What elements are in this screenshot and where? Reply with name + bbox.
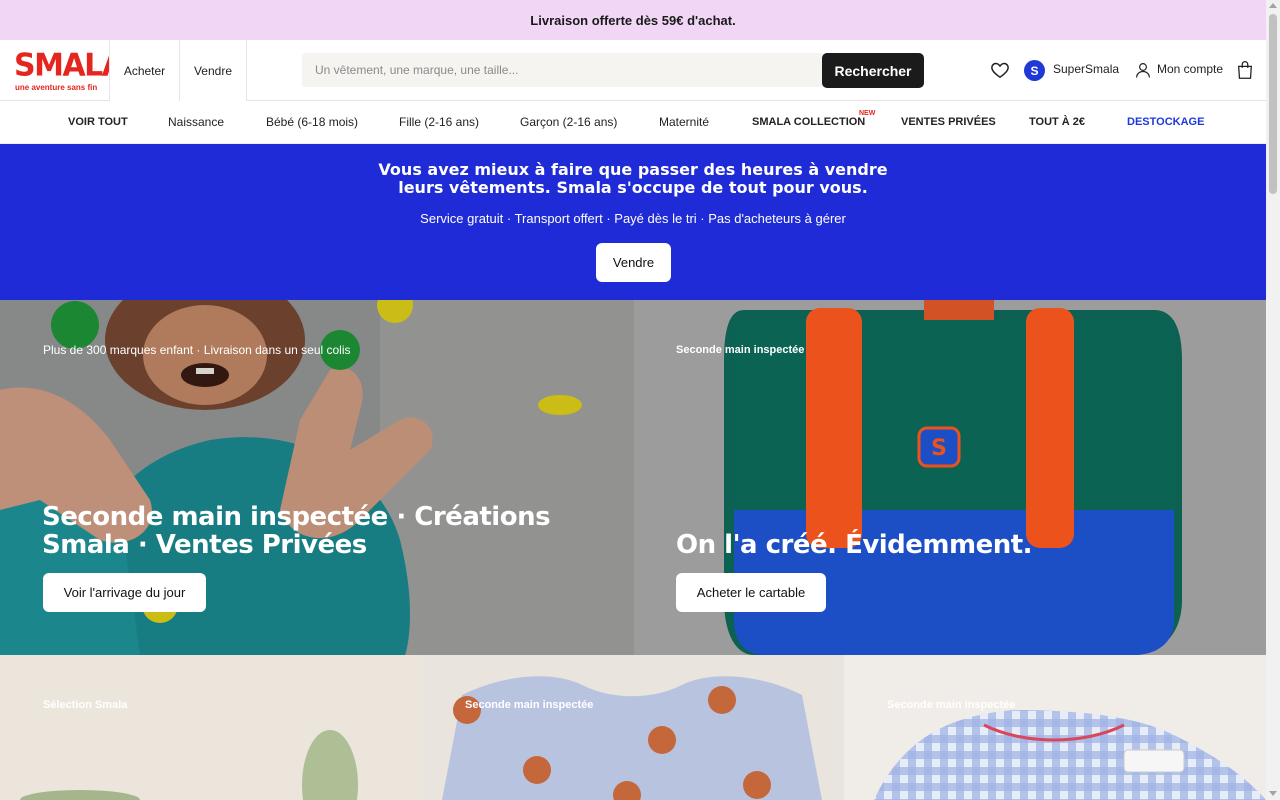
panel-title: Seconde main inspectée · Créations Smala… <box>42 502 551 560</box>
bag-icon[interactable] <box>1237 60 1253 79</box>
tab-acheter[interactable]: Acheter <box>109 40 180 101</box>
see-daily-arrivals-button[interactable]: Voir l'arrivage du jour <box>43 573 206 612</box>
nav-garcon[interactable]: Garçon (2-16 ans) <box>520 115 617 129</box>
supersmala-avatar[interactable]: S <box>1024 60 1045 81</box>
user-icon[interactable] <box>1134 61 1152 79</box>
panel-title-line-1: Seconde main inspectée · Créations <box>42 502 551 532</box>
search-input[interactable] <box>302 53 824 87</box>
hero-title-line-2: leurs vêtements. Smala s'occupe de tout … <box>398 178 868 197</box>
account-link[interactable]: Mon compte <box>1157 62 1223 76</box>
nav-ventes-privees[interactable]: VENTES PRIVÉES <box>901 116 996 128</box>
nav-naissance[interactable]: Naissance <box>168 115 224 129</box>
smala-logo[interactable]: SMALA une aventure sans fin <box>14 49 125 94</box>
buy-schoolbag-button[interactable]: Acheter le cartable <box>676 573 826 612</box>
promo-panel-arrivals[interactable]: Plus de 300 marques enfant · Livraison d… <box>0 300 634 655</box>
promo-panel-selection[interactable]: Sélection Smala <box>0 655 422 800</box>
hero-title-line-1: Vous avez mieux à faire que passer des h… <box>378 160 888 179</box>
promo-banner: Livraison offerte dès 59€ d'achat. <box>0 0 1266 40</box>
nav-voir-tout[interactable]: VOIR TOUT <box>68 116 128 128</box>
promo-panel-dress[interactable]: Seconde main inspectée <box>844 655 1266 800</box>
nav-smala-collection-label: SMALA COLLECTION <box>752 116 866 128</box>
scrollbar-thumb[interactable] <box>1269 14 1277 194</box>
panel-kicker: Seconde main inspectée <box>465 699 594 711</box>
hero-subtitle: Service gratuit · Transport offert · Pay… <box>420 211 846 226</box>
nav-fille[interactable]: Fille (2-16 ans) <box>399 115 479 129</box>
sell-button[interactable]: Vendre <box>596 243 671 282</box>
panel-title-line-2: Smala · Ventes Privées <box>42 530 367 560</box>
scroll-down-icon[interactable] <box>1269 791 1277 796</box>
new-badge: NEW <box>859 110 876 117</box>
site-header: SMALA une aventure sans fin Acheter Vend… <box>0 40 1266 101</box>
dress-image <box>844 655 1266 800</box>
sweater-image <box>422 655 844 800</box>
promo-text: Livraison offerte dès 59€ d'achat. <box>530 12 736 28</box>
nav-smala-collection[interactable]: SMALA COLLECTION NEW <box>752 110 875 128</box>
hero-title: Vous avez mieux à faire que passer des h… <box>0 161 1266 197</box>
nav-bebe[interactable]: Bébé (6-18 mois) <box>266 115 358 129</box>
scroll-up-icon[interactable] <box>1269 3 1277 8</box>
panel-kicker: Sélection Smala <box>43 699 128 711</box>
panel-kicker: Seconde main inspectée <box>887 699 1016 711</box>
heart-icon[interactable] <box>990 60 1010 80</box>
supersmala-link[interactable]: SuperSmala <box>1053 62 1119 76</box>
promo-panel-sweater[interactable]: Seconde main inspectée <box>422 655 844 800</box>
shoes-image <box>0 655 422 800</box>
panel-kicker: Seconde main inspectée <box>676 344 805 356</box>
page-scrollbar[interactable] <box>1266 0 1280 800</box>
search-button[interactable]: Rechercher <box>822 53 924 88</box>
promo-panel-schoolbag[interactable]: S Seconde main inspectée On l'a créé. Év… <box>634 300 1266 655</box>
logo-wordmark: SMALA <box>14 47 125 84</box>
sell-hero-banner: Vous avez mieux à faire que passer des h… <box>0 144 1266 300</box>
category-nav: VOIR TOUT Naissance Bébé (6-18 mois) Fil… <box>0 101 1266 144</box>
panel-title: On l'a créé. Évidemment. <box>676 530 1033 560</box>
nav-destockage[interactable]: DESTOCKAGE <box>1127 116 1204 128</box>
panel-kicker: Plus de 300 marques enfant · Livraison d… <box>43 343 351 357</box>
logo-tagline: une aventure sans fin <box>15 83 98 92</box>
tab-vendre[interactable]: Vendre <box>180 40 247 101</box>
nav-maternite[interactable]: Maternité <box>659 115 709 129</box>
nav-tout-a-2[interactable]: TOUT À 2€ <box>1029 116 1085 128</box>
